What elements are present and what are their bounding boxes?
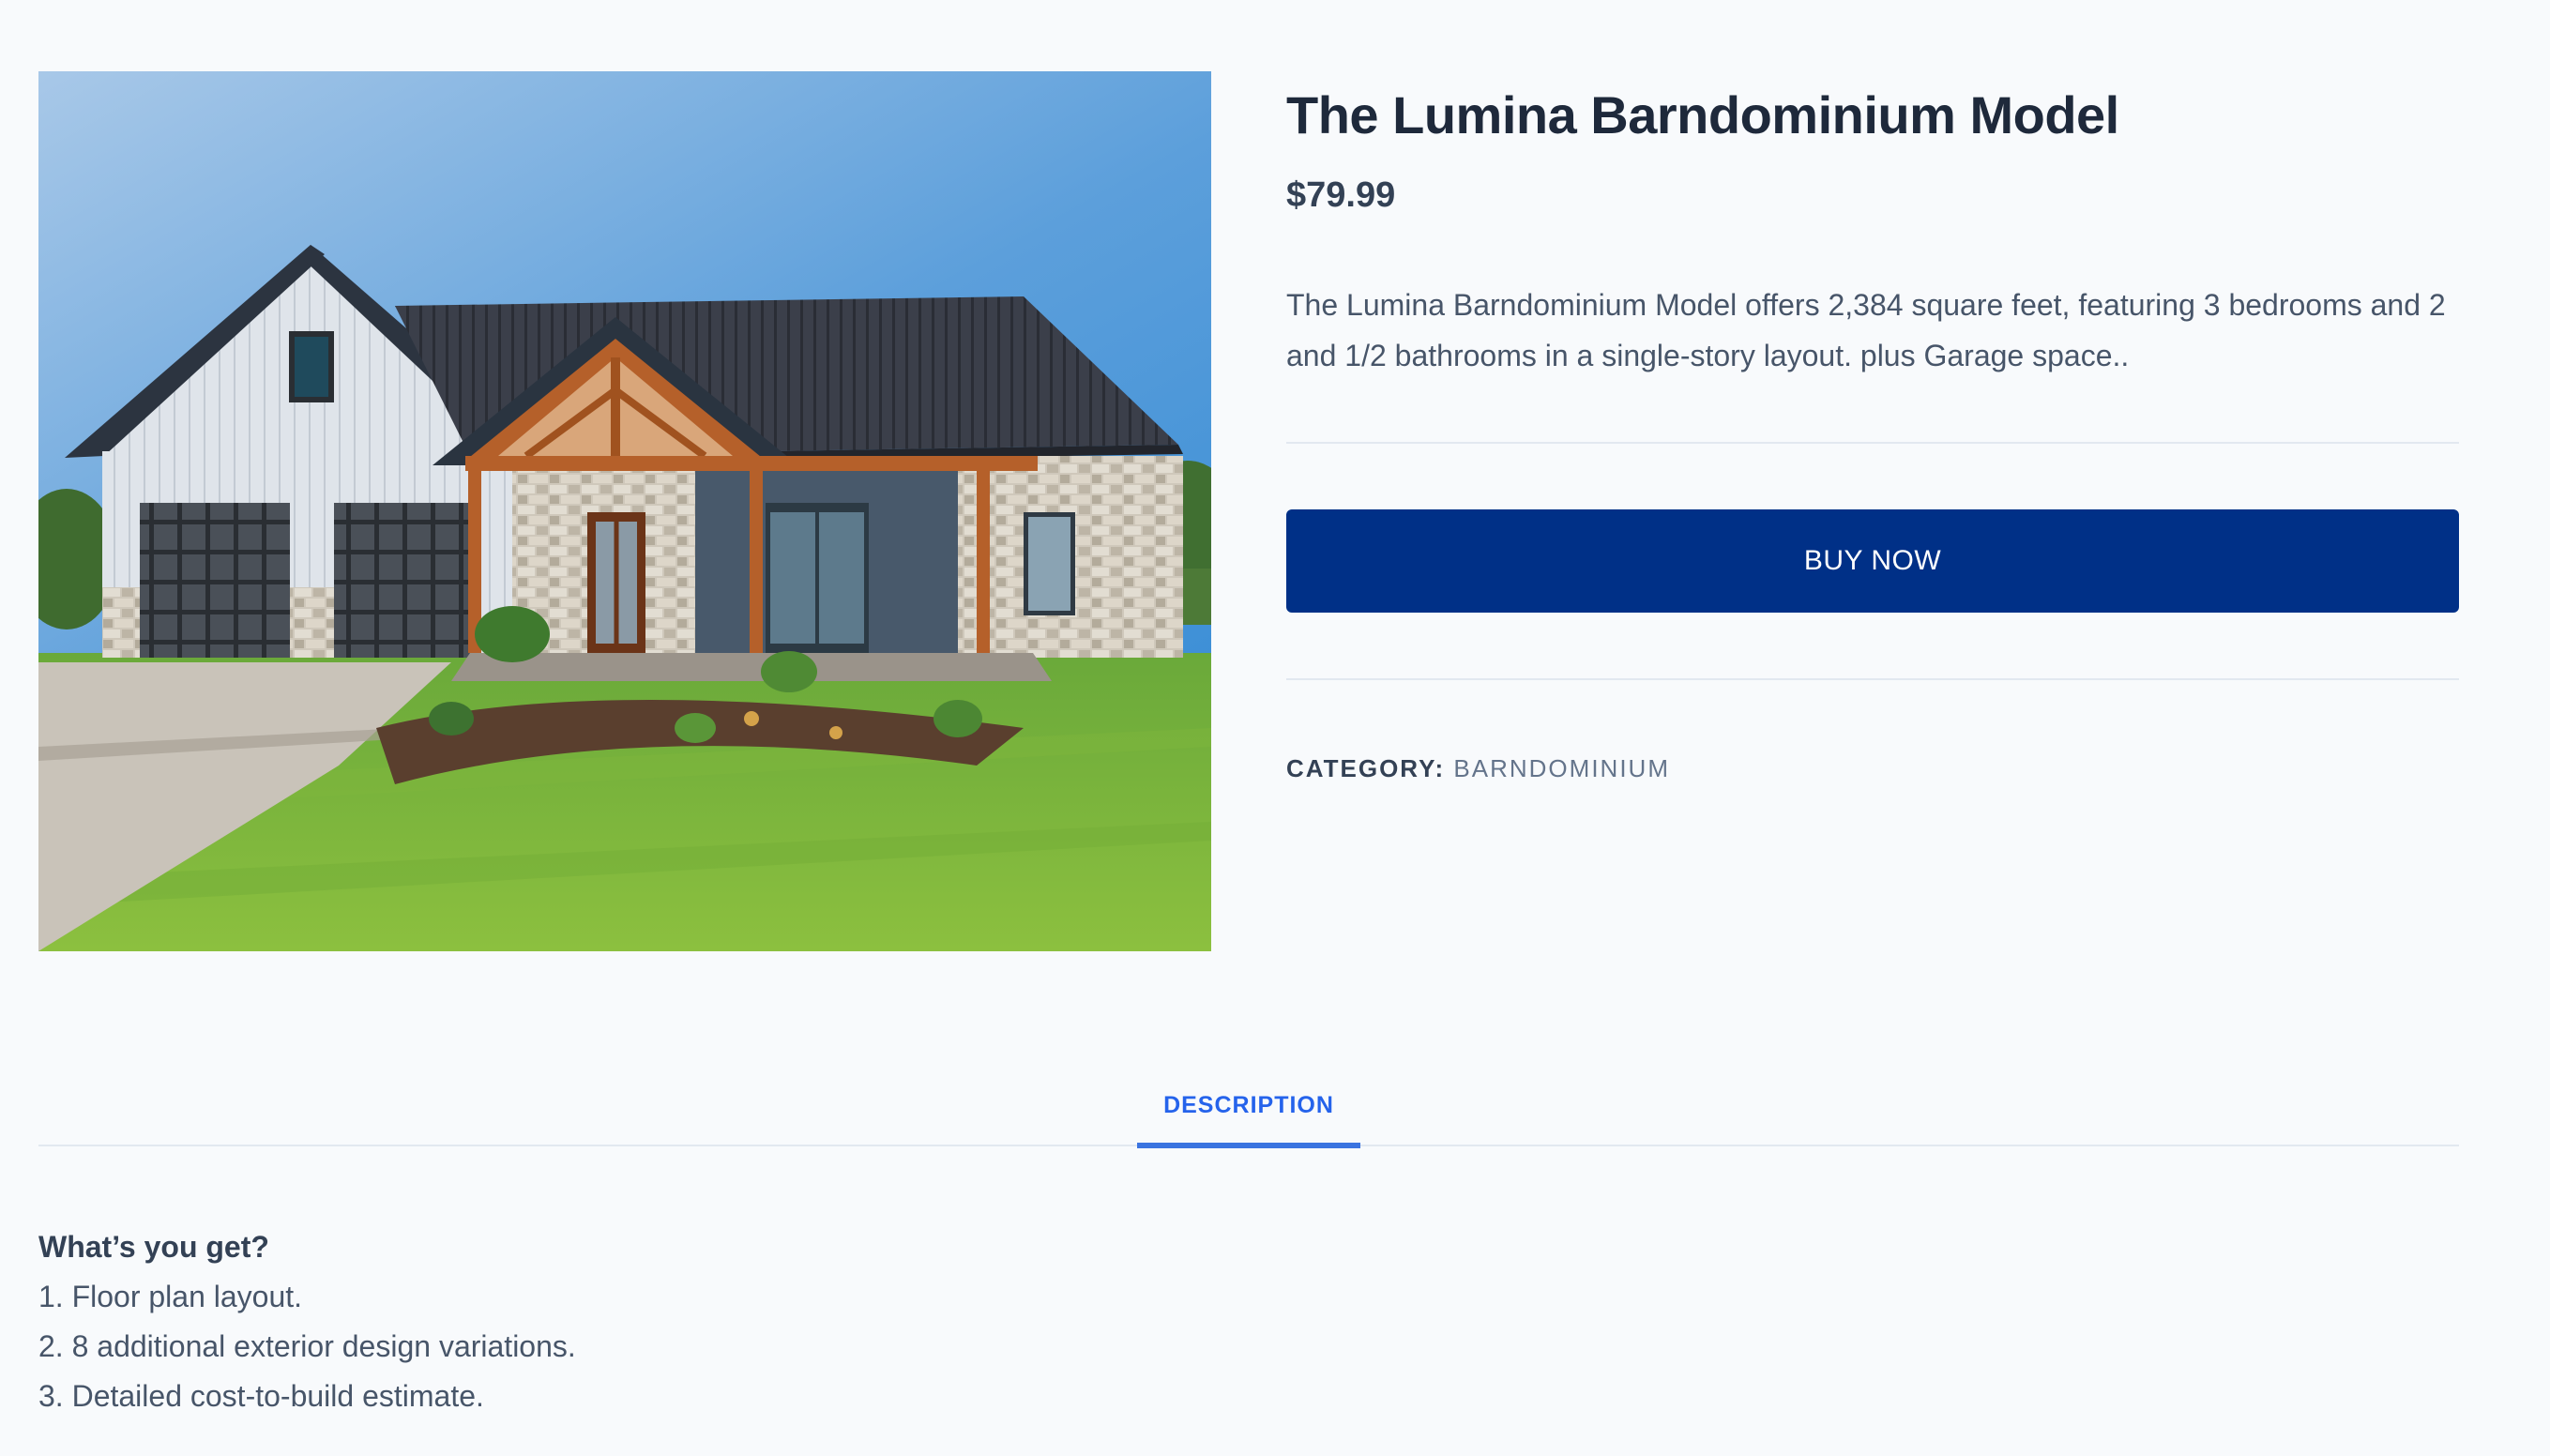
description-panel: What’s you get? 1. Floor plan layout. 2.… — [38, 1221, 2459, 1421]
list-item: 1. Floor plan layout. — [38, 1280, 303, 1313]
description-heading: What’s you get? — [38, 1230, 269, 1264]
product-summary: The Lumina Barndominium Model $79.99 The… — [1286, 71, 2459, 785]
buy-now-button[interactable]: BUY NOW — [1286, 509, 2459, 613]
product-image[interactable] — [38, 71, 1211, 951]
category-link[interactable]: BARNDOMINIUM — [1453, 754, 1670, 782]
product-tabs: DESCRIPTION — [38, 1077, 2459, 1148]
divider — [1286, 442, 2459, 444]
product-category: CATEGORY: BARNDOMINIUM — [1286, 751, 2459, 785]
product-title: The Lumina Barndominium Model — [1286, 85, 2119, 144]
category-label: CATEGORY: — [1286, 754, 1446, 782]
list-item: 2. 8 additional exterior design variatio… — [38, 1329, 576, 1363]
tab-description[interactable]: DESCRIPTION — [1137, 1077, 1360, 1148]
product-page: The Lumina Barndominium Model $79.99 The… — [0, 0, 2550, 1456]
list-item: 3. Detailed cost-to-build estimate. — [38, 1379, 484, 1413]
description-list: 1. Floor plan layout. 2. 8 additional ex… — [38, 1272, 2459, 1421]
product-price: $79.99 — [1286, 175, 1396, 215]
divider — [1286, 678, 2459, 680]
product-short-description: The Lumina Barndominium Model offers 2,3… — [1286, 288, 2446, 372]
barndominium-photo — [38, 71, 1211, 951]
